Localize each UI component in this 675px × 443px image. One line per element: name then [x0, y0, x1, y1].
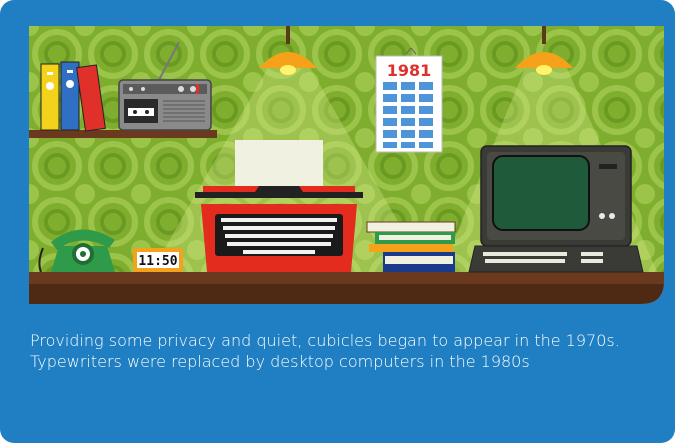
caption-line-1: Providing some privacy and quiet, cubicl…: [30, 331, 620, 350]
caption: Providing some privacy and quiet, cubicl…: [30, 330, 660, 372]
office-illustration: 1981 11:50: [29, 26, 664, 304]
clock-time: 11:50: [138, 254, 177, 269]
desk-front: [29, 284, 664, 304]
desktop-computer: [468, 145, 644, 273]
wall-calendar: 1981: [375, 47, 443, 153]
calendar-year: 1981: [387, 61, 432, 80]
wall-shelf: [29, 130, 217, 138]
binders: [40, 61, 106, 132]
caption-line-2: Typewriters were replaced by desktop com…: [30, 352, 530, 371]
flip-clock: 11:50: [133, 248, 183, 272]
desk-top: [29, 272, 664, 284]
card: 1981 11:50 Providing some privacy and qu…: [0, 0, 675, 443]
